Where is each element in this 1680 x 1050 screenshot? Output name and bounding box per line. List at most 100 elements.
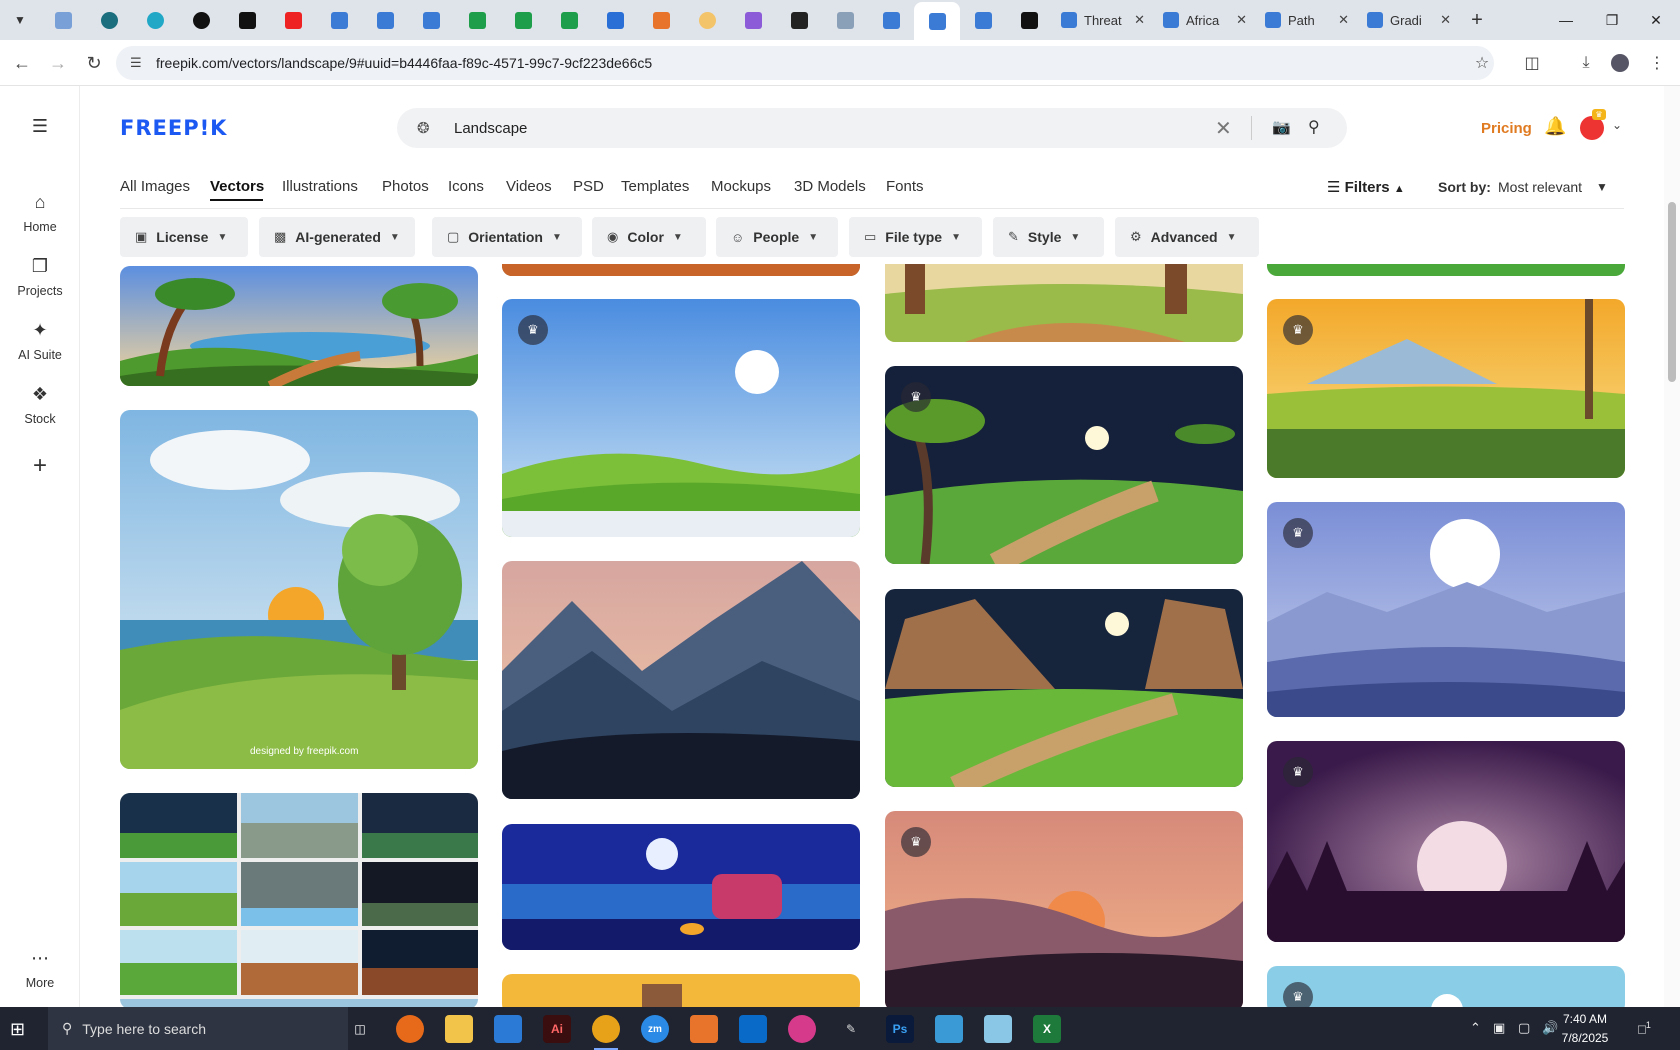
close-window-icon[interactable]: ✕ bbox=[1630, 0, 1680, 40]
sidebar-item-home[interactable]: ⌂ Home bbox=[0, 192, 80, 234]
pinned-tab[interactable] bbox=[408, 2, 454, 38]
excel-icon[interactable]: X bbox=[1033, 1015, 1061, 1043]
tab-fonts[interactable]: Fonts bbox=[886, 178, 924, 195]
tab-templates[interactable]: Templates bbox=[621, 178, 689, 195]
gallery-image-card[interactable]: ♛ bbox=[1267, 299, 1625, 478]
tray-app-icon[interactable]: ▣ bbox=[1493, 1020, 1505, 1036]
gallery-image-card[interactable] bbox=[502, 264, 860, 276]
gallery-image-card[interactable]: ♛ bbox=[1267, 966, 1625, 1009]
orientation-filter[interactable]: ▢ Orientation ▼ bbox=[432, 217, 582, 257]
bookmark-star-icon[interactable]: ☆ bbox=[1470, 51, 1494, 75]
active-tab[interactable] bbox=[914, 2, 960, 40]
notepad-icon[interactable] bbox=[984, 1015, 1012, 1043]
clear-search-icon[interactable]: ✕ bbox=[1215, 116, 1232, 141]
pen-tool-icon[interactable]: ✎ bbox=[837, 1015, 865, 1043]
file-explorer-icon[interactable] bbox=[445, 1015, 473, 1043]
page-scrollbar[interactable] bbox=[1664, 86, 1680, 1007]
pinned-tab[interactable] bbox=[316, 2, 362, 38]
gallery-image-card[interactable]: ♛ bbox=[502, 299, 860, 537]
close-tab-icon[interactable]: ✕ bbox=[1440, 12, 1451, 28]
zoom-icon[interactable]: zm bbox=[641, 1015, 669, 1043]
taskbar-search-field[interactable]: ⚲ Type here to search bbox=[48, 1007, 348, 1050]
clock-time[interactable]: 7:40 AM bbox=[1555, 1012, 1615, 1026]
vscode-icon[interactable] bbox=[494, 1015, 522, 1043]
camera-search-icon[interactable]: 📷 bbox=[1272, 118, 1291, 136]
pinned-tab[interactable] bbox=[822, 2, 868, 38]
tab-icons[interactable]: Icons bbox=[448, 178, 484, 195]
sidebar-item-more[interactable]: ⋯ More bbox=[0, 948, 80, 990]
profile-avatar-icon[interactable] bbox=[1608, 51, 1632, 75]
forward-arrow-icon[interactable]: → bbox=[46, 51, 70, 75]
close-tab-icon[interactable]: ✕ bbox=[1236, 12, 1247, 28]
tab-3d-models[interactable]: 3D Models bbox=[794, 178, 866, 195]
gallery-image-card[interactable]: ♛ bbox=[1267, 741, 1625, 942]
chrome-icon[interactable] bbox=[592, 1015, 620, 1050]
color-filter[interactable]: ◉ Color ▼ bbox=[592, 217, 706, 257]
file-type-filter[interactable]: ▭ File type ▼ bbox=[849, 217, 982, 257]
pinned-tab[interactable] bbox=[500, 2, 546, 38]
search-input[interactable]: Landscape bbox=[454, 120, 527, 137]
sidebar-item-projects[interactable]: ❐ Projects bbox=[0, 256, 80, 298]
style-filter[interactable]: ✎ Style ▼ bbox=[993, 217, 1104, 257]
pinned-tab[interactable] bbox=[132, 2, 178, 38]
xampp-icon[interactable] bbox=[690, 1015, 718, 1043]
pinned-tab[interactable] bbox=[776, 2, 822, 38]
extensions-icon[interactable]: ◫ bbox=[1520, 51, 1544, 75]
freepik-logo[interactable]: FREEP!K bbox=[120, 116, 227, 140]
sidebar-menu-button[interactable]: ☰ bbox=[0, 116, 80, 144]
pinned-tab[interactable] bbox=[454, 2, 500, 38]
tab-all-images[interactable]: All Images bbox=[120, 178, 190, 195]
windows-start-icon[interactable]: ⊞ bbox=[10, 1019, 25, 1040]
ai-generated-filter[interactable]: ▩ AI-generated ▼ bbox=[259, 217, 415, 257]
chevron-down-icon[interactable]: ⌄ bbox=[1612, 118, 1622, 132]
pinned-tab[interactable] bbox=[868, 2, 914, 38]
search-icon[interactable]: ⚲ bbox=[1308, 117, 1320, 137]
gallery-image-card[interactable]: ♛ bbox=[885, 811, 1243, 1009]
sidebar-add-button[interactable]: + bbox=[0, 452, 80, 480]
task-view-icon[interactable]: ◫ bbox=[346, 1015, 374, 1043]
app-icon[interactable] bbox=[935, 1015, 963, 1043]
tab-psd[interactable]: PSD bbox=[573, 178, 604, 195]
gallery-image-card[interactable] bbox=[120, 266, 478, 386]
network-icon[interactable]: ▢ bbox=[1518, 1020, 1530, 1036]
tab-vectors[interactable]: Vectors bbox=[210, 178, 264, 195]
gallery-image-card[interactable] bbox=[120, 793, 478, 1009]
browser-tab[interactable]: Africa ✕ bbox=[1154, 2, 1256, 38]
search-bar[interactable]: ❂ Landscape ✕ 📷 ⚲ bbox=[397, 108, 1347, 148]
gallery-image-card[interactable] bbox=[502, 561, 860, 799]
chevron-up-icon[interactable]: ⌃ bbox=[1470, 1020, 1481, 1036]
bell-icon[interactable]: 🔔 bbox=[1544, 116, 1566, 137]
gallery-image-card[interactable] bbox=[1267, 264, 1625, 276]
gallery-image-card[interactable] bbox=[502, 974, 860, 1009]
advanced-filter[interactable]: ⚙ Advanced ▼ bbox=[1115, 217, 1259, 257]
browser-tab[interactable]: Gradi ✕ bbox=[1358, 2, 1460, 38]
pinned-tab[interactable] bbox=[224, 2, 270, 38]
creative-cloud-icon[interactable] bbox=[788, 1015, 816, 1043]
pinned-tab[interactable] bbox=[86, 2, 132, 38]
gallery-image-card[interactable] bbox=[502, 824, 860, 950]
new-tab-button[interactable]: + bbox=[1460, 2, 1494, 38]
pinned-tab[interactable] bbox=[592, 2, 638, 38]
search-type-icon[interactable]: ❂ bbox=[417, 119, 430, 137]
close-tab-icon[interactable]: ✕ bbox=[1338, 12, 1349, 28]
browser-tab[interactable]: Path ✕ bbox=[1256, 2, 1358, 38]
close-tab-icon[interactable]: ✕ bbox=[1134, 12, 1145, 28]
photoshop-icon[interactable]: Ps bbox=[886, 1015, 914, 1043]
pinned-tab[interactable] bbox=[638, 2, 684, 38]
gallery-image-card[interactable]: ♛ bbox=[885, 366, 1243, 564]
chrome-menu-icon[interactable]: ⋮ bbox=[1645, 51, 1669, 75]
illustrator-icon[interactable]: Ai bbox=[543, 1015, 571, 1043]
gallery-image-card[interactable] bbox=[885, 264, 1243, 342]
scrollbar-thumb[interactable] bbox=[1668, 202, 1676, 382]
chevron-down-icon[interactable]: ▼ bbox=[1596, 180, 1608, 194]
pinned-tab[interactable] bbox=[730, 2, 776, 38]
browser-tab[interactable]: Threat ✕ bbox=[1052, 2, 1154, 38]
outlook-icon[interactable] bbox=[739, 1015, 767, 1043]
reload-icon[interactable]: ↻ bbox=[82, 51, 106, 75]
minimize-window-icon[interactable]: — bbox=[1540, 0, 1592, 40]
tab-photos[interactable]: Photos bbox=[382, 178, 429, 195]
pinned-tab[interactable] bbox=[960, 2, 1006, 38]
sidebar-item-stock[interactable]: ❖ Stock bbox=[0, 384, 80, 426]
notifications-icon[interactable]: □1 bbox=[1638, 1020, 1651, 1036]
pinned-tab[interactable] bbox=[270, 2, 316, 38]
